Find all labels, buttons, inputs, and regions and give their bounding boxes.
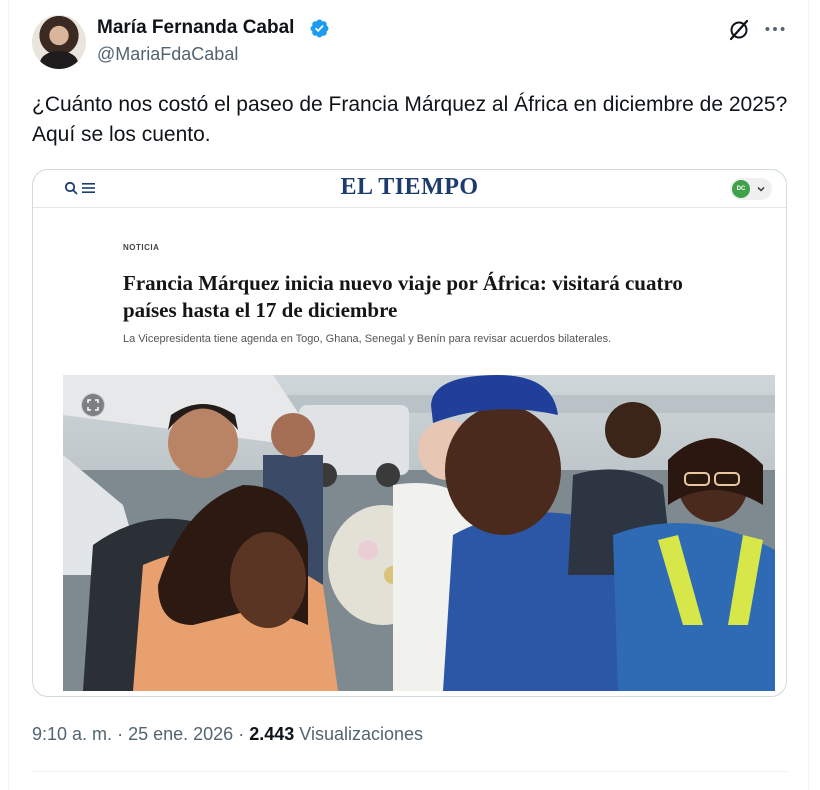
tweet-time[interactable]: 9:10 a. m. xyxy=(32,724,112,744)
user-menu: DC xyxy=(730,178,772,200)
author-name[interactable]: María Fernanda Cabal xyxy=(97,17,294,39)
tweet-text: ¿Cuánto nos costó el paseo de Francia Má… xyxy=(32,93,788,146)
user-initials: DC xyxy=(732,180,750,198)
expand-glyph xyxy=(87,399,99,411)
article-photo xyxy=(63,375,775,691)
site-logo: EL TIEMPO xyxy=(340,174,479,200)
divider xyxy=(32,771,788,772)
tweet-meta: 9:10 a. m. · 25 ene. 2026 · 2.443 Visual… xyxy=(32,724,423,745)
grok-icon[interactable] xyxy=(727,18,751,42)
article-summary: La Vicepresidenta tiene agenda en Togo, … xyxy=(123,333,612,345)
avatar[interactable] xyxy=(32,15,86,69)
article-card[interactable]: EL TIEMPO DC NOTICIA Francia Márquez ini… xyxy=(32,169,787,697)
verified-badge-icon xyxy=(310,19,329,38)
views-label: Visualizaciones xyxy=(299,724,424,744)
avatar-figure xyxy=(40,51,78,69)
more-icon[interactable] xyxy=(762,16,788,42)
author-handle[interactable]: @MariaFdaCabal xyxy=(97,44,238,65)
chevron-down-icon xyxy=(757,187,765,192)
meta-separator: · xyxy=(117,724,124,744)
timeline-border-right xyxy=(808,0,809,790)
views-count: 2.443 xyxy=(249,724,295,744)
tweet-date[interactable]: 25 ene. 2026 xyxy=(128,724,233,744)
meta-separator: · xyxy=(238,724,245,744)
timeline-border-left xyxy=(8,0,9,790)
article-headline: Francia Márquez inicia nuevo viaje por Á… xyxy=(123,271,683,322)
article-kicker: NOTICIA xyxy=(123,243,160,252)
photo-scene xyxy=(63,375,775,691)
site-header: EL TIEMPO DC xyxy=(33,170,786,208)
expand-icon[interactable] xyxy=(81,393,105,417)
